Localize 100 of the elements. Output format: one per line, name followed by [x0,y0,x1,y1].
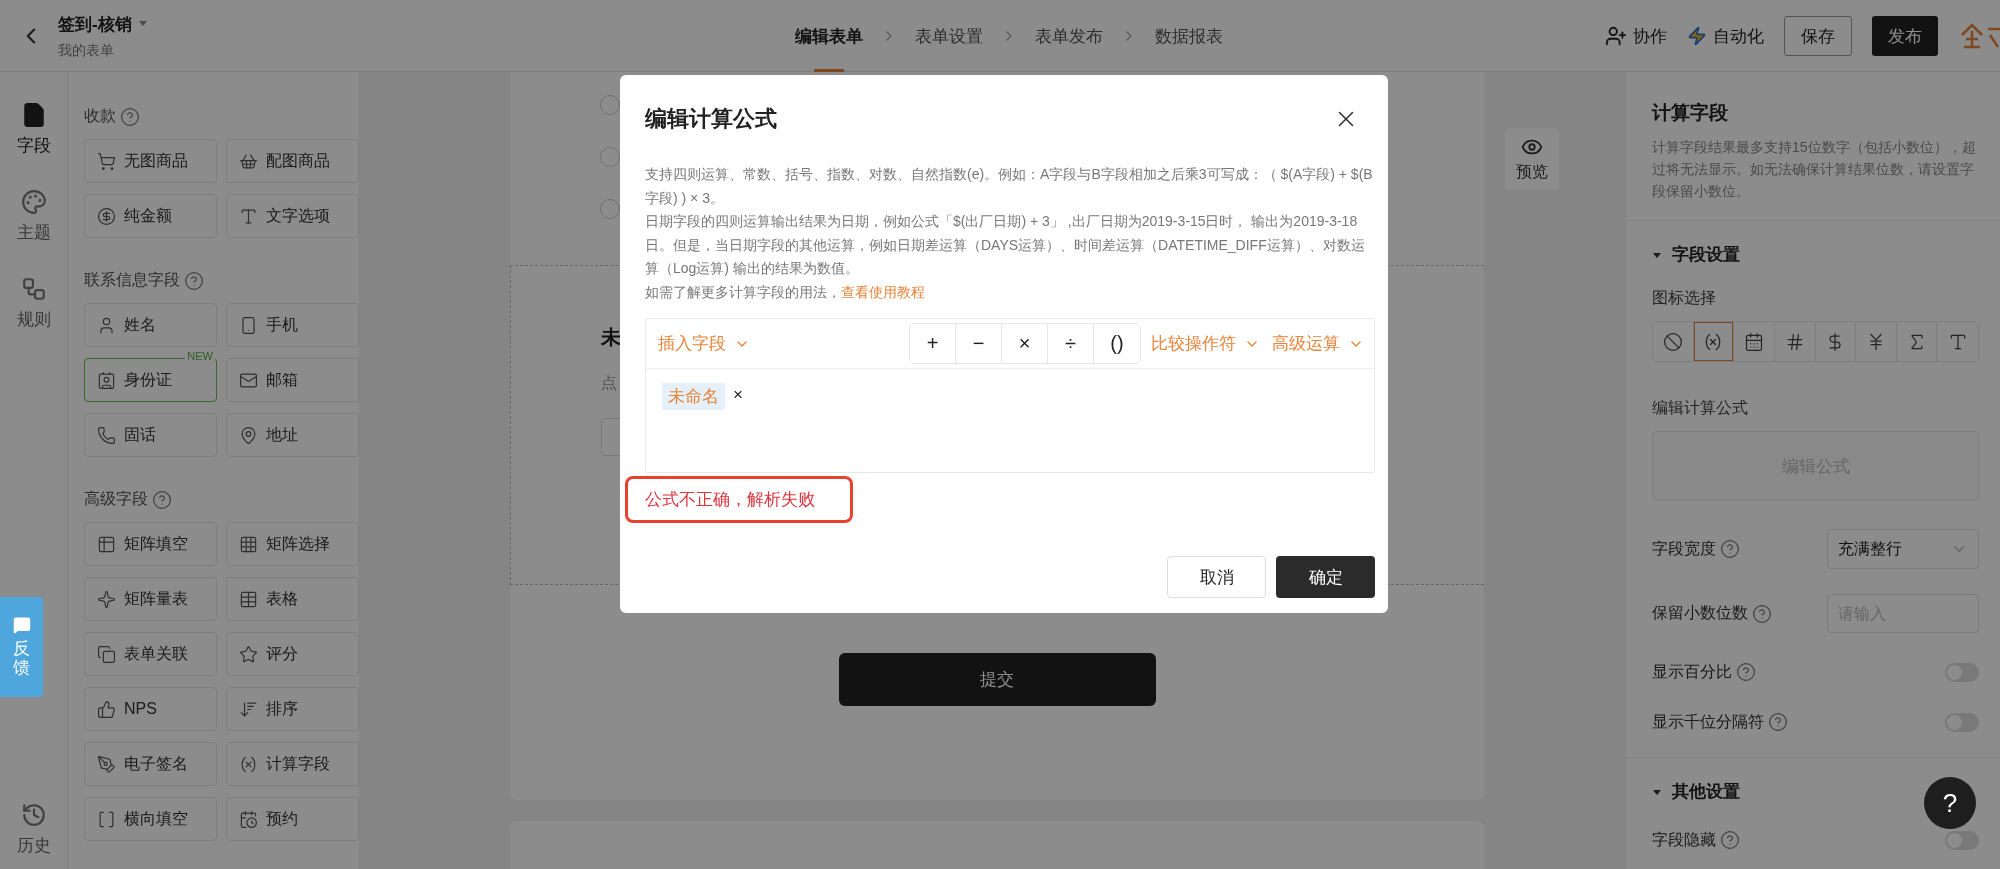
panel-title: 计算字段 [1652,101,1729,125]
pen-icon [97,754,116,774]
ban-icon [1662,331,1683,352]
width-select[interactable]: 充满整行 [1827,529,1979,569]
help-icon [152,489,172,510]
help-icon [1720,539,1740,559]
field-label: 编辑计算公式 [1652,398,1749,418]
sidebar-item[interactable]: 历史 [16,802,51,857]
compare-dropdown[interactable]: 比较操作符 [1151,332,1260,355]
section-title: 收款 [84,106,116,126]
field-type-button[interactable]: 排序 [226,687,359,731]
field-type-button[interactable]: 表单关联 [84,632,217,676]
field-type-button[interactable]: 纯金额 [84,194,217,238]
field-type-button[interactable]: 固话 [84,413,217,457]
field-type-button[interactable]: 手机 [226,303,359,347]
field-label: 显示千位分隔符 [1652,711,1764,732]
collaborate-link[interactable]: 协作 [1605,24,1667,48]
field-type-button[interactable]: 姓名 [84,303,217,347]
help-icon [184,270,204,291]
section-title: 联系信息字段 [84,270,180,290]
tutorial-link[interactable]: 查看使用教程 [841,283,925,300]
table-icon [97,534,116,554]
field-type-button[interactable]: 计算字段 [226,742,359,786]
flow-icon [20,276,47,302]
user-plus-icon [1605,25,1627,47]
caret-icon [137,20,148,28]
operator-button[interactable]: + [910,324,956,363]
save-button[interactable]: 保存 [1784,16,1852,56]
step-tab[interactable]: 编辑表单 [791,0,867,72]
field-title: 未 [601,325,621,350]
field-type-button[interactable]: 地址 [226,413,359,457]
feedback-tab[interactable]: 反馈 [0,597,43,697]
coin-icon [97,206,116,226]
field-type-button[interactable]: 横向填空 [84,797,217,841]
help-icon [1720,830,1740,850]
table-icon [239,589,258,609]
sparkle-icon [97,589,116,609]
field-type-button[interactable]: 预约 [226,797,359,841]
radio-button[interactable] [600,199,620,219]
chat-icon [12,616,31,635]
field-type-button[interactable]: 矩阵量表 [84,577,217,621]
location-icon [239,425,258,445]
publish-button[interactable]: 发布 [1872,16,1938,56]
radio-button[interactable] [600,95,620,115]
remove-token-button[interactable]: × [733,383,743,407]
field-type-button[interactable]: 矩阵填空 [84,522,217,566]
field-hint: 点 [601,373,617,393]
help-text: 如需了解更多计算字段的用法，查看使用教程 [645,282,926,302]
field-type-button[interactable]: NPS [84,687,217,731]
field-type-button[interactable]: 电子签名 [84,742,217,786]
field-type-button[interactable]: 矩阵选择 [226,522,359,566]
step-tab[interactable]: 表单设置 [911,0,987,72]
section-title: 高级字段 [84,489,148,509]
help-icon [1736,662,1756,682]
error-message: 公式不正确，解析失败 [645,489,815,511]
section-header[interactable]: 字段设置 [1652,243,1979,266]
brackets-icon [97,809,116,829]
submit-button[interactable]: 提交 [838,653,1156,706]
panel-description: 计算字段结果最多支持15位数字（包括小数位），超过将无法显示。如无法确保计算结果位数，请设置字段保留小数位。 [1652,138,1977,201]
field-label: 图标选择 [1652,288,1717,308]
calendar-icon [239,809,258,829]
new-badge: NEW [185,349,215,363]
field-label: 字段隐藏 [1652,829,1716,850]
sidebar-item[interactable]: 字段 [16,102,51,157]
sidebar-item[interactable]: 规则 [16,276,51,331]
icon-choice[interactable] [1693,322,1735,361]
lightning-icon [1687,26,1707,46]
insert-field-dropdown[interactable]: 插入字段 [658,332,750,355]
field-label: 保留小数位数 [1652,603,1748,623]
step-tab[interactable]: 数据报表 [1151,0,1227,72]
field-type-button[interactable]: 表格 [226,577,359,621]
advanced-dropdown[interactable]: 高级运算 [1272,332,1364,355]
field-type-button[interactable]: 文字选项 [226,194,359,238]
sidebar-item[interactable]: 主题 [16,189,51,244]
cart-icon [97,151,116,171]
confirm-button[interactable]: 确定 [1276,556,1375,598]
history-icon [20,802,47,828]
automation-link[interactable]: 自动化 [1687,24,1764,48]
help-icon [1768,712,1788,732]
field-type-button[interactable]: 邮箱 [226,358,359,402]
palette-icon [20,189,47,215]
phone-icon [239,315,258,335]
copy-icon [97,644,116,664]
function-icon [239,754,258,774]
field-type-button[interactable]: 无图商品 [84,139,217,183]
handset-icon [97,425,116,445]
field-type-button[interactable]: 配图商品 [226,139,359,183]
form-title: 签到-核销 [58,13,132,36]
toggle-switch[interactable] [1945,830,1979,850]
description-text: 支持四则运算、常数、括号、指数、对数、自然指数(e)。例如：A字段与B字段相加之后乘3可写成：（ $(A字段) + $(B字段) ) × 3。 [645,165,1374,208]
breadcrumb-text: 我的表单 [58,41,115,60]
field-type-button[interactable]: 评分 [226,632,359,676]
user-icon [97,315,116,335]
radio-button[interactable] [600,147,620,167]
step-tab[interactable]: 表单发布 [1031,0,1107,72]
preview-button[interactable]: 预览 [1505,128,1559,190]
star-icon [239,644,258,664]
cancel-button[interactable]: 取消 [1167,556,1266,598]
icon-choice[interactable] [1653,322,1694,361]
field-token: 未命名 [662,383,725,410]
